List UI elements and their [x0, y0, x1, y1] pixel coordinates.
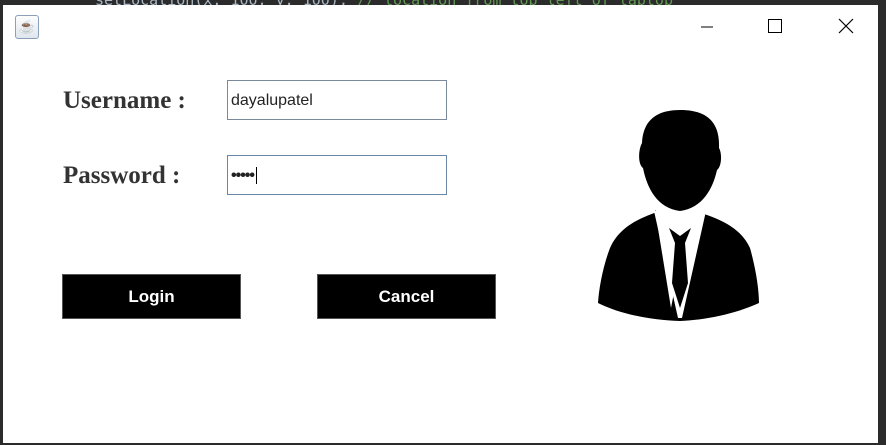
minimize-button[interactable] — [684, 13, 730, 39]
user-silhouette-icon — [598, 110, 759, 321]
cancel-button[interactable]: Cancel — [317, 274, 496, 319]
password-input[interactable]: ••••• — [227, 155, 447, 195]
password-label: Password : — [63, 162, 181, 189]
maximize-icon — [768, 19, 782, 33]
login-button[interactable]: Login — [62, 274, 241, 319]
username-label: Username : — [63, 87, 186, 114]
java-coffee-icon[interactable]: ☕ — [15, 15, 39, 39]
minimize-icon — [701, 26, 713, 28]
close-icon — [838, 18, 854, 34]
text-cursor — [256, 167, 258, 184]
window-right-edge — [878, 0, 886, 445]
login-window: ☕ Username : dayalupatel Password : ••••… — [3, 5, 878, 443]
maximize-button[interactable] — [752, 13, 798, 39]
password-mask: ••••• — [231, 167, 255, 184]
close-button[interactable] — [823, 13, 869, 39]
username-input[interactable]: dayalupatel — [227, 80, 447, 120]
